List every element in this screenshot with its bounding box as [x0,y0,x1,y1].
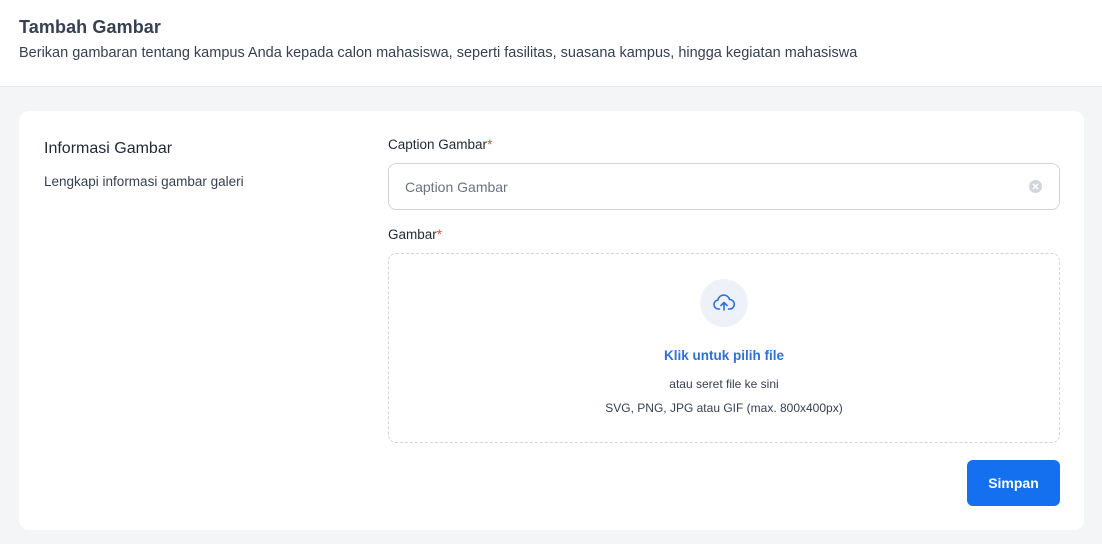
save-button[interactable]: Simpan [967,460,1060,506]
caption-input[interactable] [405,164,1025,209]
page-title: Tambah Gambar [19,17,162,37]
section-title: Informasi Gambar [44,140,173,157]
image-label: Gambar* [388,227,442,242]
page-header: Tambah Gambar Berikan gambaran tentang k… [0,0,1102,87]
choose-file-link[interactable]: Klik untuk pilih file [389,348,1059,363]
image-label-text: Gambar [388,227,437,242]
file-format-hint: SVG, PNG, JPG atau GIF (max. 800x400px) [605,401,843,415]
caption-field[interactable] [388,163,1060,210]
upload-icon-wrapper [700,279,748,327]
caption-label-text: Caption Gambar [388,137,488,152]
required-mark: * [436,227,443,242]
caption-label: Caption Gambar* [388,137,492,152]
cloud-upload-icon [713,294,736,311]
clear-circle-icon[interactable] [1029,180,1042,193]
required-mark: * [487,137,493,152]
form-card: Informasi Gambar Lengkapi informasi gamb… [19,111,1084,530]
image-dropzone[interactable]: Klik untuk pilih file atau seret file ke… [388,253,1060,443]
drop-hint: atau seret file ke sini [669,377,779,391]
section-description: Lengkapi informasi gambar galeri [44,174,244,189]
page-subtitle: Berikan gambaran tentang kampus Anda kep… [19,45,858,61]
